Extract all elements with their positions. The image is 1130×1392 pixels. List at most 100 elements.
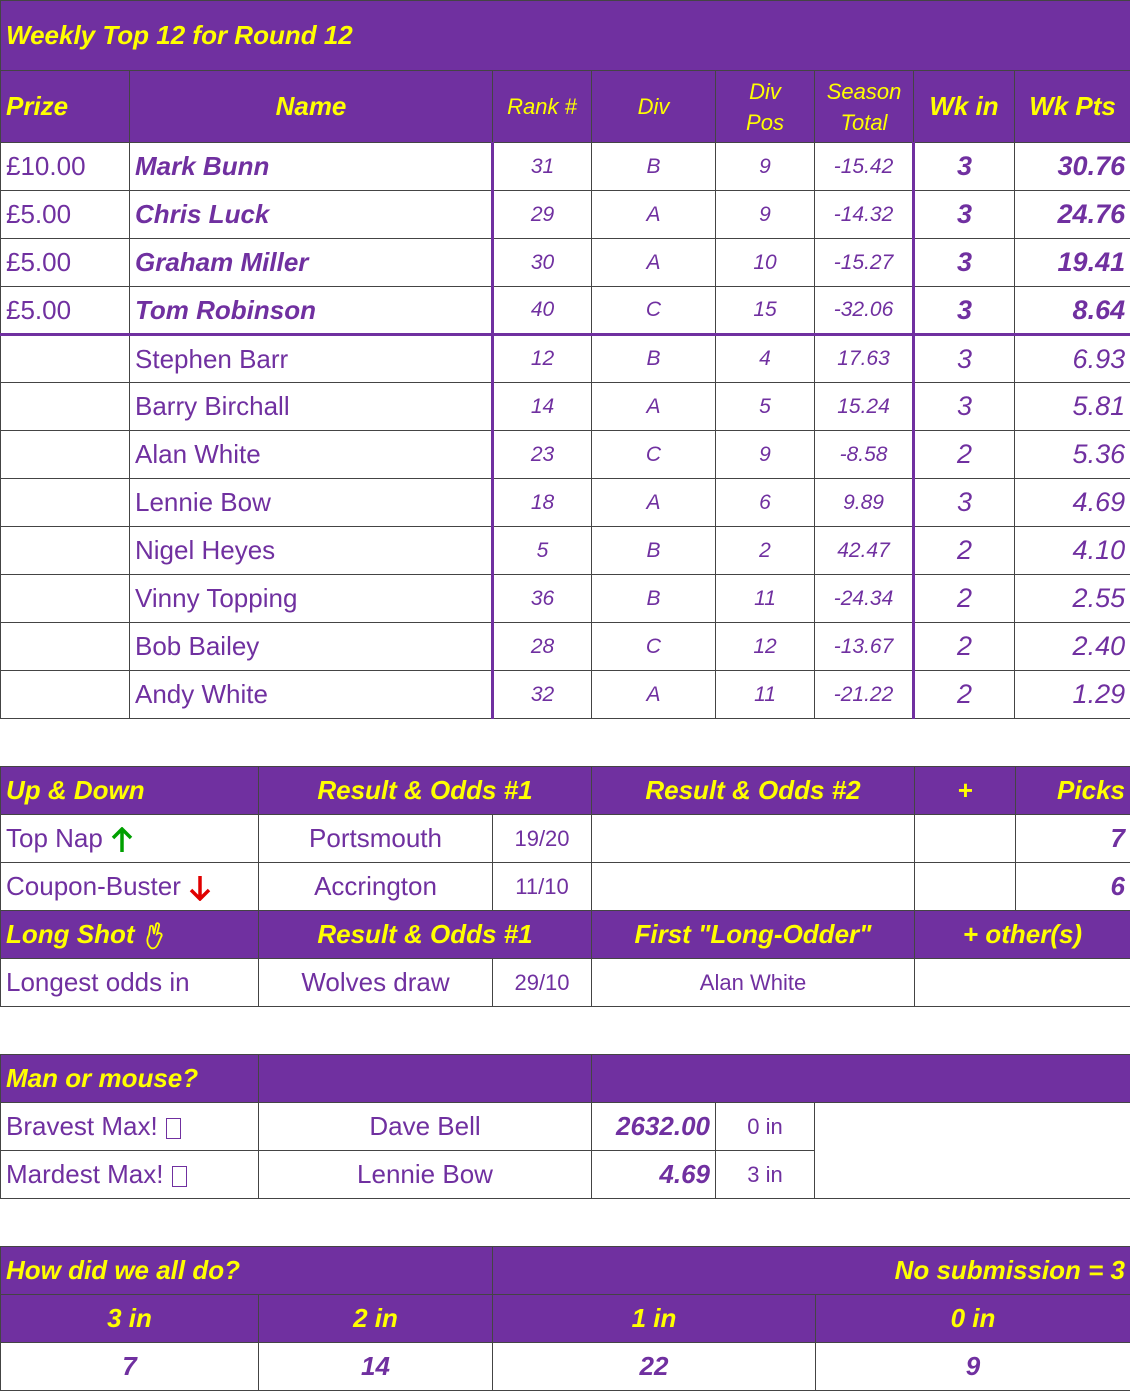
manmouse-header-row: Man or mouse? bbox=[0, 1054, 1130, 1103]
div-cell: A bbox=[591, 190, 716, 239]
wk-in-cell: 3 bbox=[913, 286, 1015, 336]
header-wk-pts: Wk Pts bbox=[1013, 70, 1130, 143]
down-arrow-icon bbox=[189, 876, 211, 902]
topnap-label-cell: Top Nap bbox=[0, 814, 259, 863]
summary-count-2in: 14 bbox=[258, 1342, 493, 1391]
couponbuster-team: Accrington bbox=[258, 862, 493, 911]
summary-header-0in: 0 in bbox=[814, 1294, 1130, 1343]
topnap-team: Portsmouth bbox=[258, 814, 493, 863]
longshot-header-label: Long Shot bbox=[6, 918, 135, 949]
wk-pts-cell: 2.40 bbox=[1013, 622, 1130, 671]
couponbuster-result2 bbox=[591, 862, 915, 911]
season-cell: -8.58 bbox=[814, 430, 915, 479]
rank-cell: 31 bbox=[492, 142, 592, 191]
season-cell: -13.67 bbox=[814, 622, 915, 671]
prize-cell: £5.00 bbox=[0, 286, 130, 336]
div-pos-cell: 11 bbox=[715, 574, 815, 623]
wk-in-cell: 3 bbox=[913, 142, 1015, 191]
prize-cell: £5.00 bbox=[0, 190, 130, 239]
updown-row-couponbuster: Coupon-Buster Accrington 11/10 6 bbox=[0, 862, 1130, 911]
mardest-in: 3 in bbox=[715, 1150, 815, 1199]
summary-count-1in: 22 bbox=[492, 1342, 816, 1391]
name-cell: Tom Robinson bbox=[129, 286, 494, 336]
div-cell: C bbox=[591, 286, 716, 336]
name-cell: Bob Bailey bbox=[129, 622, 494, 671]
div-pos-cell: 10 bbox=[715, 238, 815, 287]
up-arrow-icon bbox=[111, 827, 133, 853]
prize-cell bbox=[0, 334, 130, 383]
rank-cell: 5 bbox=[492, 526, 592, 575]
longshot-label: Longest odds in bbox=[0, 958, 259, 1007]
div-pos-cell: 2 bbox=[715, 526, 815, 575]
name-cell: Andy White bbox=[129, 670, 494, 719]
topnap-result2 bbox=[591, 814, 915, 863]
updown-section: Up & Down Result & Odds #1 Result & Odds… bbox=[0, 766, 1130, 1007]
rank-cell: 30 bbox=[492, 238, 592, 287]
bravest-in: 0 in bbox=[715, 1102, 815, 1151]
updown-header-label: Up & Down bbox=[0, 766, 259, 815]
wk-in-cell: 2 bbox=[913, 574, 1015, 623]
header-div-pos-line1: Div bbox=[749, 78, 781, 104]
summary-section: How did we all do? No submission = 3 3 i… bbox=[0, 1246, 1130, 1391]
season-cell: -24.34 bbox=[814, 574, 915, 623]
header-season-line1: Season bbox=[826, 78, 902, 104]
wk-in-cell: 2 bbox=[913, 670, 1015, 719]
table-row: Lennie Bow 18 A 6 9.89 3 4.69 bbox=[0, 478, 1130, 527]
wk-pts-cell: 19.41 bbox=[1013, 238, 1130, 287]
div-pos-cell: 12 bbox=[715, 622, 815, 671]
name-cell: Nigel Heyes bbox=[129, 526, 494, 575]
name-cell: Mark Bunn bbox=[129, 142, 494, 191]
prize-cell bbox=[0, 622, 130, 671]
mardest-value: 4.69 bbox=[591, 1150, 716, 1199]
summary-title: How did we all do? bbox=[0, 1246, 493, 1295]
div-pos-cell: 11 bbox=[715, 670, 815, 719]
mardest-label: Mardest Max! bbox=[6, 1159, 164, 1189]
prize-cell bbox=[0, 526, 130, 575]
div-cell: A bbox=[591, 382, 716, 431]
couponbuster-picks: 6 bbox=[1015, 862, 1130, 911]
prize-cell bbox=[0, 382, 130, 431]
topnap-picks: 7 bbox=[1015, 814, 1130, 863]
rank-cell: 32 bbox=[492, 670, 592, 719]
wk-pts-cell: 1.29 bbox=[1013, 670, 1130, 719]
name-cell: Lennie Bow bbox=[129, 478, 494, 527]
summary-table: How did we all do? No submission = 3 3 i… bbox=[0, 1246, 1130, 1391]
rank-cell: 23 bbox=[492, 430, 592, 479]
name-cell: Alan White bbox=[129, 430, 494, 479]
wk-pts-cell: 8.64 bbox=[1013, 286, 1130, 336]
summary-count-0in: 9 bbox=[814, 1342, 1130, 1391]
wk-in-cell: 3 bbox=[913, 478, 1015, 527]
couponbuster-plus bbox=[914, 862, 1016, 911]
longshot-header-others: + other(s) bbox=[914, 910, 1130, 959]
table-row: Barry Birchall 14 A 5 15.24 3 5.81 bbox=[0, 382, 1130, 431]
season-cell: 9.89 bbox=[814, 478, 915, 527]
table-row: £5.00 Graham Miller 30 A 10 -15.27 3 19.41 bbox=[0, 238, 1130, 287]
top12-body: £10.00 Mark Bunn 31 B 9 -15.42 3 30.76 £5.00 Chri… bbox=[0, 142, 1130, 719]
name-cell: Chris Luck bbox=[129, 190, 494, 239]
wk-in-cell: 3 bbox=[913, 238, 1015, 287]
div-pos-cell: 5 bbox=[715, 382, 815, 431]
manmouse-table: Man or mouse? Bravest Max! Dave Bell 263… bbox=[0, 1054, 1130, 1199]
header-div: Div bbox=[591, 70, 716, 143]
div-pos-cell: 9 bbox=[715, 430, 815, 479]
div-pos-cell: 15 bbox=[715, 286, 815, 336]
prize-cell: £10.00 bbox=[0, 142, 130, 191]
season-cell: -15.27 bbox=[814, 238, 915, 287]
bravest-name: Dave Bell bbox=[258, 1102, 592, 1151]
div-cell: A bbox=[591, 670, 716, 719]
longshot-team: Wolves draw bbox=[258, 958, 493, 1007]
bravest-row: Bravest Max! Dave Bell 2632.00 0 in bbox=[0, 1102, 1130, 1199]
mardest-label-cell: Mardest Max! bbox=[0, 1150, 259, 1199]
placeholder-glyph-icon bbox=[165, 1117, 181, 1139]
summary-count-3in: 7 bbox=[0, 1342, 259, 1391]
div-cell: C bbox=[591, 622, 716, 671]
season-cell: 17.63 bbox=[814, 334, 915, 383]
table-row: Bob Bailey 28 C 12 -13.67 2 2.40 bbox=[0, 622, 1130, 671]
rank-cell: 12 bbox=[492, 334, 592, 383]
season-cell: -14.32 bbox=[814, 190, 915, 239]
summary-header-3in: 3 in bbox=[0, 1294, 259, 1343]
longshot-header-first: First "Long-Odder" bbox=[591, 910, 915, 959]
wk-in-cell: 3 bbox=[913, 334, 1015, 383]
header-rank: Rank # bbox=[492, 70, 592, 143]
wk-in-cell: 3 bbox=[913, 382, 1015, 431]
